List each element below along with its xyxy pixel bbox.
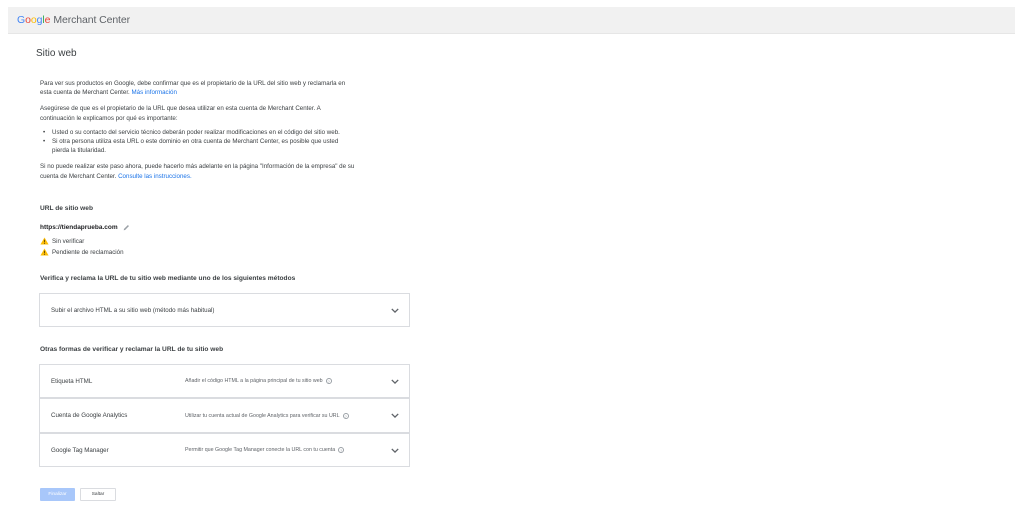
instructions-link[interactable]: Consulte las instrucciones.	[118, 173, 192, 180]
skip-button[interactable]: Saltar	[80, 488, 116, 501]
product-name: Merchant Center	[53, 14, 131, 26]
list-item: Usted o su contacto del servicio técnico…	[43, 128, 355, 137]
method-google-analytics[interactable]: Cuenta de Google Analytics Utilizar tu c…	[39, 398, 410, 433]
help-icon[interactable]: ?	[342, 412, 349, 419]
method-label: Etiqueta HTML	[51, 377, 93, 385]
method-description: Permitir que Google Tag Manager conecte …	[185, 447, 345, 453]
method-html-file-upload[interactable]: Subir el archivo HTML a su sitio web (mé…	[39, 293, 410, 327]
method-label: Google Tag Manager	[51, 446, 109, 454]
status-pending-claim: Pendiente de reclamación	[40, 248, 124, 256]
website-url: https://tiendaprueba.com	[40, 224, 130, 231]
merchant-center-logo[interactable]: Google Merchant Center	[17, 14, 130, 26]
intro-paragraph-2: Asegúrese de que es el propietario de la…	[40, 105, 321, 122]
chevron-down-icon[interactable]	[391, 447, 399, 453]
warning-icon	[40, 237, 49, 245]
other-methods-heading: Otras formas de verificar y reclamar la …	[40, 346, 224, 353]
page-title: Sitio web	[36, 48, 77, 59]
importance-list: Usted o su contacto del servicio técnico…	[43, 128, 355, 156]
list-item: Si otra persona utiliza esta URL o este …	[43, 137, 355, 155]
website-url-label: URL de sitio web	[40, 205, 94, 212]
status-unverified: Sin verificar	[40, 237, 84, 245]
method-label: Subir el archivo HTML a su sitio web (mé…	[51, 306, 215, 314]
method-description: Utilizar tu cuenta actual de Google Anal…	[185, 412, 349, 419]
chevron-down-icon[interactable]	[391, 378, 399, 384]
method-label: Cuenta de Google Analytics	[51, 412, 128, 419]
intro-text: Para ver sus productos en Google, debe c…	[40, 79, 355, 188]
edit-pencil-icon[interactable]	[123, 224, 130, 231]
intro-paragraph-1: Para ver sus productos en Google, debe c…	[40, 80, 346, 97]
chevron-down-icon[interactable]	[391, 307, 399, 313]
verify-heading: Verifica y reclama la URL de tu sitio we…	[40, 275, 296, 282]
method-google-tag-manager[interactable]: Google Tag Manager Permitir que Google T…	[39, 433, 410, 467]
method-html-tag[interactable]: Etiqueta HTML Añadir el código HTML a la…	[39, 364, 410, 398]
help-icon[interactable]: ?	[338, 447, 345, 453]
help-icon[interactable]: ?	[325, 378, 332, 384]
warning-icon	[40, 248, 49, 256]
method-description: Añadir el código HTML a la página princi…	[185, 378, 332, 384]
more-info-link[interactable]: Más información	[132, 89, 177, 96]
website-url-value: https://tiendaprueba.com	[40, 224, 118, 231]
intro-paragraph-3: Si no puede realizar este paso ahora, pu…	[40, 163, 355, 180]
finish-button[interactable]: Finalizar	[40, 488, 75, 501]
top-bar: Google Merchant Center	[8, 7, 1015, 34]
chevron-down-icon[interactable]	[391, 413, 399, 418]
